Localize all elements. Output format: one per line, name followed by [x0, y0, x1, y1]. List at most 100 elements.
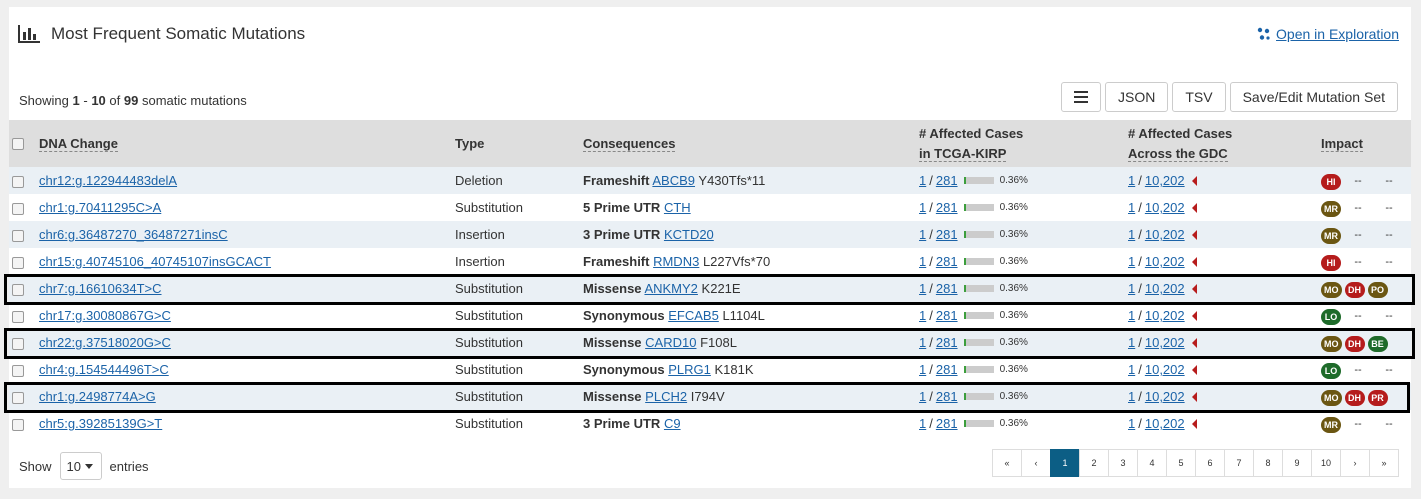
page-button[interactable]: » — [1369, 449, 1399, 477]
affected-count-link[interactable]: 1 — [919, 308, 926, 323]
row-checkbox[interactable] — [12, 202, 24, 215]
expand-caret-icon[interactable] — [1191, 418, 1197, 429]
project-total-link[interactable]: 281 — [936, 308, 958, 323]
row-checkbox[interactable] — [12, 310, 24, 323]
gdc-total-link[interactable]: 10,202 — [1145, 200, 1185, 215]
page-button[interactable]: 4 — [1137, 449, 1167, 477]
gdc-count-link[interactable]: 1 — [1128, 335, 1135, 350]
gene-link[interactable]: CTH — [664, 200, 691, 215]
column-menu-button[interactable] — [1061, 82, 1101, 112]
gene-link[interactable]: KCTD20 — [664, 227, 714, 242]
gdc-count-link[interactable]: 1 — [1128, 416, 1135, 431]
affected-count-link[interactable]: 1 — [919, 416, 926, 431]
page-button[interactable]: 9 — [1282, 449, 1312, 477]
project-total-link[interactable]: 281 — [936, 254, 958, 269]
project-total-link[interactable]: 281 — [936, 227, 958, 242]
page-button[interactable]: 6 — [1195, 449, 1225, 477]
gdc-count-link[interactable]: 1 — [1128, 200, 1135, 215]
gdc-count-link[interactable]: 1 — [1128, 254, 1135, 269]
gene-link[interactable]: EFCAB5 — [668, 308, 719, 323]
gdc-total-link[interactable]: 10,202 — [1145, 416, 1185, 431]
dna-change-link[interactable]: chr4:g.154544496T>C — [39, 362, 169, 377]
save-mutation-set-button[interactable]: Save/Edit Mutation Set — [1229, 82, 1398, 112]
json-button[interactable]: JSON — [1105, 82, 1169, 112]
affected-count-link[interactable]: 1 — [919, 200, 926, 215]
gdc-total-link[interactable]: 10,202 — [1145, 254, 1185, 269]
col-affected-gdc[interactable]: # Affected Cases Across the GDC — [1128, 120, 1321, 167]
row-checkbox[interactable] — [12, 175, 24, 188]
select-all-checkbox[interactable] — [12, 138, 24, 151]
dna-change-link[interactable]: chr7:g.16610634T>C — [39, 281, 162, 296]
page-button[interactable]: 10 — [1311, 449, 1341, 477]
page-button[interactable]: 8 — [1253, 449, 1283, 477]
dna-change-link[interactable]: chr6:g.36487270_36487271insC — [39, 227, 228, 242]
gdc-total-link[interactable]: 10,202 — [1145, 335, 1185, 350]
open-in-exploration-link[interactable]: Open in Exploration — [1257, 26, 1399, 42]
gene-link[interactable]: ANKMY2 — [644, 281, 697, 296]
dna-change-link[interactable]: chr1:g.2498774A>G — [39, 389, 156, 404]
gdc-total-link[interactable]: 10,202 — [1145, 173, 1185, 188]
project-total-link[interactable]: 281 — [936, 200, 958, 215]
expand-caret-icon[interactable] — [1191, 337, 1197, 348]
affected-count-link[interactable]: 1 — [919, 281, 926, 296]
page-button[interactable]: « — [992, 449, 1022, 477]
row-checkbox[interactable] — [12, 229, 24, 242]
project-total-link[interactable]: 281 — [936, 335, 958, 350]
expand-caret-icon[interactable] — [1191, 391, 1197, 402]
expand-caret-icon[interactable] — [1191, 202, 1197, 213]
expand-caret-icon[interactable] — [1191, 175, 1197, 186]
gene-link[interactable]: CARD10 — [645, 335, 696, 350]
gdc-count-link[interactable]: 1 — [1128, 389, 1135, 404]
gdc-count-link[interactable]: 1 — [1128, 227, 1135, 242]
gdc-total-link[interactable]: 10,202 — [1145, 362, 1185, 377]
col-consequences[interactable]: Consequences — [583, 135, 676, 152]
gene-link[interactable]: RMDN3 — [653, 254, 699, 269]
row-checkbox[interactable] — [12, 391, 24, 404]
gdc-total-link[interactable]: 10,202 — [1145, 281, 1185, 296]
page-button[interactable]: 7 — [1224, 449, 1254, 477]
page-size-select[interactable]: 10 — [59, 452, 102, 480]
gdc-total-link[interactable]: 10,202 — [1145, 389, 1185, 404]
project-total-link[interactable]: 281 — [936, 389, 958, 404]
gdc-count-link[interactable]: 1 — [1128, 281, 1135, 296]
page-button[interactable]: 2 — [1079, 449, 1109, 477]
project-total-link[interactable]: 281 — [936, 281, 958, 296]
gene-link[interactable]: PLCH2 — [645, 389, 687, 404]
page-button[interactable]: ‹ — [1021, 449, 1051, 477]
dna-change-link[interactable]: chr1:g.70411295C>A — [39, 200, 161, 215]
expand-caret-icon[interactable] — [1191, 256, 1197, 267]
page-button[interactable]: 5 — [1166, 449, 1196, 477]
tsv-button[interactable]: TSV — [1172, 82, 1226, 112]
project-total-link[interactable]: 281 — [936, 362, 958, 377]
affected-count-link[interactable]: 1 — [919, 254, 926, 269]
row-checkbox[interactable] — [12, 337, 24, 350]
page-button[interactable]: 1 — [1050, 449, 1080, 477]
expand-caret-icon[interactable] — [1191, 229, 1197, 240]
row-checkbox[interactable] — [12, 418, 24, 431]
gdc-total-link[interactable]: 10,202 — [1145, 227, 1185, 242]
gdc-total-link[interactable]: 10,202 — [1145, 308, 1185, 323]
gene-link[interactable]: C9 — [664, 416, 681, 431]
project-total-link[interactable]: 281 — [936, 173, 958, 188]
affected-count-link[interactable]: 1 — [919, 389, 926, 404]
dna-change-link[interactable]: chr15:g.40745106_40745107insGCACT — [39, 254, 271, 269]
col-dna-change[interactable]: DNA Change — [39, 135, 118, 152]
affected-count-link[interactable]: 1 — [919, 173, 926, 188]
row-checkbox[interactable] — [12, 256, 24, 269]
dna-change-link[interactable]: chr12:g.122944483delA — [39, 173, 177, 188]
page-button[interactable]: › — [1340, 449, 1370, 477]
gdc-count-link[interactable]: 1 — [1128, 173, 1135, 188]
page-button[interactable]: 3 — [1108, 449, 1138, 477]
affected-count-link[interactable]: 1 — [919, 335, 926, 350]
gene-link[interactable]: PLRG1 — [668, 362, 711, 377]
expand-caret-icon[interactable] — [1191, 310, 1197, 321]
row-checkbox[interactable] — [12, 364, 24, 377]
expand-caret-icon[interactable] — [1191, 364, 1197, 375]
expand-caret-icon[interactable] — [1191, 283, 1197, 294]
dna-change-link[interactable]: chr22:g.37518020G>C — [39, 335, 171, 350]
gdc-count-link[interactable]: 1 — [1128, 362, 1135, 377]
col-impact[interactable]: Impact — [1321, 135, 1363, 152]
row-checkbox[interactable] — [12, 283, 24, 296]
affected-count-link[interactable]: 1 — [919, 227, 926, 242]
dna-change-link[interactable]: chr5:g.39285139G>T — [39, 416, 162, 431]
